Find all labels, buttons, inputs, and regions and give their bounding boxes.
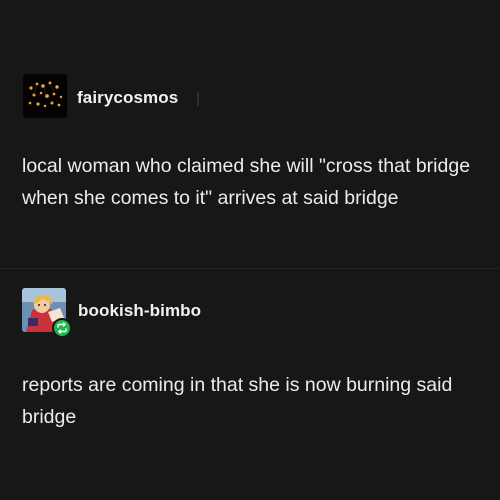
post-text: reports are coming in that she is now bu…	[22, 374, 453, 428]
username-fairycosmos[interactable]: fairycosmos	[77, 88, 178, 108]
username-bookish-bimbo[interactable]: bookish-bimbo	[78, 301, 201, 321]
post-fairycosmos	[0, 0, 500, 268]
username-separator	[197, 92, 199, 106]
reblog-icon	[52, 318, 72, 338]
chandelier-avatar-icon[interactable]	[23, 74, 67, 118]
post-text: local woman who claimed she will "cross …	[22, 155, 471, 209]
